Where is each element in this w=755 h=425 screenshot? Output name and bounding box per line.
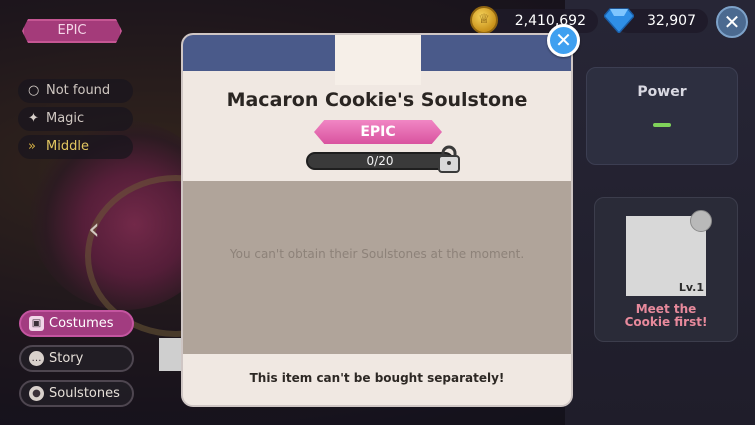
meet-cookie-message: Meet the Cookie first!: [624, 302, 708, 329]
search-icon: ○: [28, 83, 40, 98]
purchase-note: This item can't be bought separately!: [249, 371, 505, 385]
magic-wand-icon: ✦: [28, 111, 39, 126]
power-panel: Power: [586, 67, 738, 165]
modal-title: Macaron Cookie's Soulstone: [226, 89, 528, 111]
placeholder-image: [159, 338, 181, 371]
soulstones-button[interactable]: ● Soulstones: [19, 380, 134, 407]
soulstone-modal: Macaron Cookie's Soulstone EPIC 0/20 You…: [181, 33, 573, 407]
speech-bubble-icon: …: [29, 351, 44, 366]
close-modal-button[interactable]: ✕: [547, 24, 580, 57]
soulstone-progress: 0/20: [306, 152, 454, 170]
info-badge-icon: [690, 210, 712, 232]
coin-counter[interactable]: 2,410,692: [482, 9, 598, 33]
story-button[interactable]: … Story: [19, 345, 134, 372]
costumes-button[interactable]: ▣ Costumes: [19, 310, 134, 337]
position-row-stat: » Middle: [18, 135, 133, 159]
crystal-icon: [604, 8, 634, 33]
rarity-badge: EPIC: [314, 120, 442, 144]
cookie-card[interactable]: Lv.1 Meet the Cookie first!: [594, 197, 738, 342]
previous-arrow-icon[interactable]: ‹: [88, 215, 100, 245]
power-indicator: [653, 123, 671, 127]
lock-icon: [438, 145, 460, 173]
power-title: Power: [637, 84, 687, 100]
cookie-level: Lv.1: [678, 281, 704, 294]
unavailable-message: You can't obtain their Soulstones at the…: [229, 247, 525, 261]
modal-footer: This item can't be bought separately!: [183, 354, 571, 405]
rarity-label: EPIC: [22, 19, 122, 43]
coin-icon: ♕: [470, 6, 498, 34]
modal-body: You can't obtain their Soulstones at the…: [183, 181, 571, 354]
type-stat: ✦ Magic: [18, 107, 133, 131]
soulstone-icon: ●: [29, 386, 44, 401]
chevrons-right-icon: »: [28, 139, 36, 154]
soulstone-image: [335, 35, 421, 85]
position-stat: ○ Not found: [18, 79, 133, 103]
shirt-icon: ▣: [29, 316, 44, 331]
close-screen-button[interactable]: ✕: [716, 6, 748, 38]
